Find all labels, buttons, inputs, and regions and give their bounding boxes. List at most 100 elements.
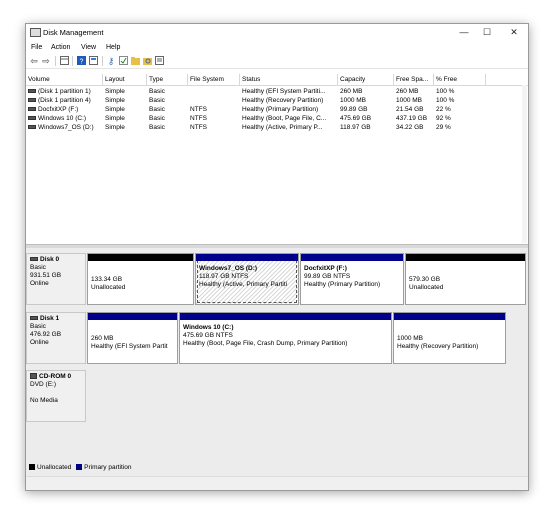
cd-drive-icon [30,373,37,380]
disk-0-size: 931.51 GB [30,272,62,279]
cell-text: (Disk 1 partition 4) [38,97,91,104]
volume-list-scrollbar[interactable] [522,85,527,243]
disk-0-windows7-partition[interactable]: Windows7_OS (D:) 118.97 GB NTFS Healthy … [195,253,299,305]
check-icon[interactable] [118,56,128,66]
maximize-button[interactable]: ☐ [477,26,497,38]
primary-partition-bar [301,254,403,261]
menu-help[interactable]: Help [106,44,120,51]
disk-0-docfxitxp-partition[interactable]: DocfxitXP (F:) 99.89 GB NTFS Healthy (Pr… [300,253,404,305]
window-title: Disk Management [43,28,104,37]
col-layout[interactable]: Layout [103,74,147,85]
help-icon[interactable]: ? [76,56,86,66]
cell-file-system [188,87,242,96]
cell-text: 99.89 GB [340,106,368,113]
cell-type: Basic [147,87,190,96]
cdrom-0-type: DVD (E:) [30,381,56,388]
properties-icon[interactable] [154,56,164,66]
minimize-button[interactable]: — [454,26,474,38]
col-volume[interactable]: Volume [26,74,103,85]
cell-file-system [188,96,242,105]
col-free-space[interactable]: Free Spa... [394,74,434,85]
cell-text: Basic [149,88,165,95]
partition-status: Unallocated [409,284,444,291]
cell-text: Basic [149,97,165,104]
cdrom-0-area [87,370,528,422]
cell-text: 100 % [436,88,455,95]
folder-icon[interactable] [130,56,140,66]
console-icon[interactable] [88,56,98,66]
cell-volume: Windows 10 (C:) [26,114,105,123]
volume-row[interactable]: DocfxitXP (F:) Simple Basic NTFS Healthy (Pr… [26,105,528,114]
menu-action[interactable]: Action [51,44,70,51]
volume-icon [28,98,36,103]
partition-size: 475.69 GB NTFS [183,332,233,339]
cell-status: Healthy (Active, Primary P... [240,123,340,132]
cell-text: 21.54 GB [396,106,424,113]
cell-text: 34.22 GB [396,124,424,131]
status-bar [26,476,528,490]
cell-text: Healthy (EFI System Partiti... [242,88,326,95]
disk-1-label[interactable]: Disk 1 Basic 476.92 GB Online [26,312,86,364]
cell-text: Simple [105,97,125,104]
disk-0-label[interactable]: Disk 0 Basic 931.51 GB Online [26,253,86,305]
cell-type: Basic [147,114,190,123]
toolbar-separator [55,56,56,66]
col-status[interactable]: Status [240,74,338,85]
volume-row[interactable]: Windows7_OS (D:) Simple Basic NTFS Healthy (… [26,123,528,132]
disk-graphical-view: Disk 0 Basic 931.51 GB Online 133.34 GB … [26,248,528,486]
col-file-system[interactable]: File System [188,74,240,85]
cell-text: DocfxitXP (F:) [38,106,79,113]
cell-status: Healthy (EFI System Partiti... [240,87,340,96]
cell-text: Healthy (Recovery Partition) [242,97,324,104]
volume-row[interactable]: Windows 10 (C:) Simple Basic NTFS Healthy (B… [26,114,528,123]
toolbar-separator [72,56,73,66]
disk-1-windows10-partition[interactable]: Windows 10 (C:) 475.69 GB NTFS Healthy (… [179,312,392,364]
volume-row[interactable]: (Disk 1 partition 1) Simple Basic Healthy (… [26,87,528,96]
cell-text: Simple [105,124,125,131]
volume-row[interactable]: (Disk 1 partition 4) Simple Basic Healthy (… [26,96,528,105]
cell-text: 92 % [436,115,451,122]
col-capacity[interactable]: Capacity [338,74,394,85]
disk-0-unallocated-1[interactable]: 133.34 GB Unallocated [87,253,194,305]
partition-size: 1000 MB [397,335,424,342]
cell-text: Simple [105,88,125,95]
cell-text: Basic [149,124,165,131]
toolbar: ⇦ ⇨ ? ⚷ [26,54,528,69]
col-type[interactable]: Type [147,74,188,85]
cell-text: 260 MB [396,88,419,95]
forward-arrow-icon[interactable]: ⇨ [41,56,51,66]
cell-free-space: 21.54 GB [394,105,436,114]
cell-type: Basic [147,96,190,105]
unallocated-bar [88,254,193,261]
col-percent-free[interactable]: % Free [434,74,486,85]
legend-primary-swatch [76,464,83,471]
cell-layout: Simple [103,87,149,96]
menu-bar: File Action View Help [26,42,528,53]
partition-size: 260 MB [91,335,114,342]
back-arrow-icon[interactable]: ⇦ [29,56,39,66]
cell-capacity: 118.97 GB [338,123,396,132]
cell-text: Basic [149,106,165,113]
cell-capacity: 260 MB [338,87,396,96]
cell-text: Windows 10 (C:) [38,115,87,122]
grid-icon[interactable] [59,56,69,66]
menu-view[interactable]: View [81,44,96,51]
disk-management-window: Disk Management — ☐ ✕ File Action View H… [25,23,529,491]
cell-text: 22 % [436,106,451,113]
search-folder-icon[interactable] [142,56,152,66]
legend-unallocated-swatch [29,464,35,471]
partition-title: Windows 10 (C:) [183,324,234,331]
cell-text: NTFS [190,106,207,113]
key-icon[interactable]: ⚷ [106,56,116,66]
partition-status: Healthy (Active, Primary Partiti [199,281,288,288]
disk-1-recovery-partition[interactable]: 1000 MB Healthy (Recovery Partition) [393,312,506,364]
cell-text: 437.19 GB [396,115,428,122]
cdrom-0-label[interactable]: CD-ROM 0 DVD (E:) No Media [26,370,86,422]
disk-1-efi-partition[interactable]: 260 MB Healthy (EFI System Partit [87,312,178,364]
disk-0-unallocated-2[interactable]: 579.30 GB Unallocated [405,253,526,305]
menu-file[interactable]: File [31,44,42,51]
close-button[interactable]: ✕ [504,26,524,38]
partition-title: DocfxitXP (F:) [304,265,347,272]
disk-icon [30,316,38,321]
title-bar: Disk Management — ☐ ✕ [26,24,528,41]
